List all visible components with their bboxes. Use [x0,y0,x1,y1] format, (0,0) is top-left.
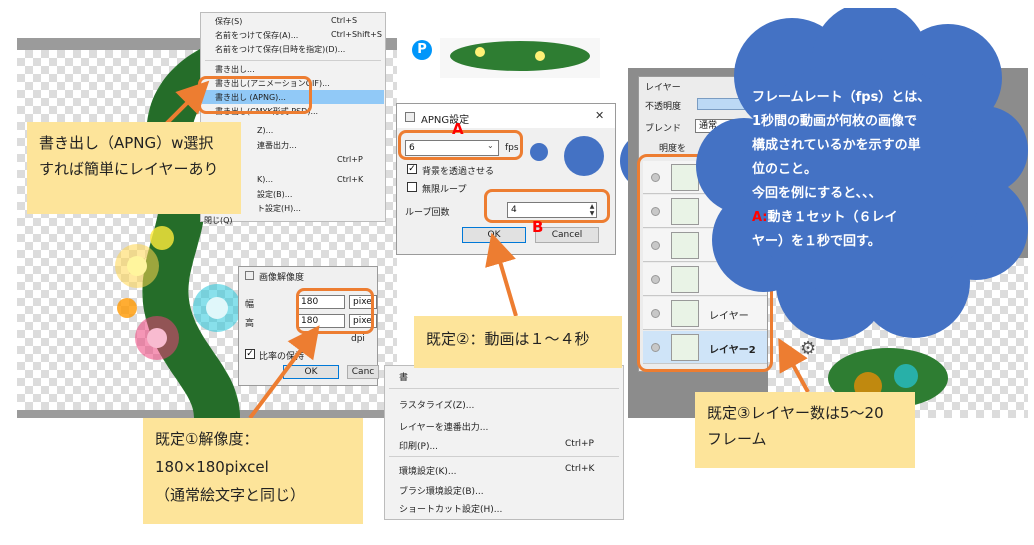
note2-line-3: （通常絵文字と同じ） [155,485,306,504]
note1-line-1: 書き出し（APNG）w選択 [39,134,214,152]
note3-line-1: 既定②：動画は１～４秒 [426,330,590,348]
note-layer-count: 既定③レイヤー数は5～20 フレーム [695,392,915,468]
note-resolution: 既定①解像度： 180×180pixcel （通常絵文字と同じ） [143,418,363,524]
note4-line-1: 既定③レイヤー数は5～20 [707,404,884,422]
arrow-to-resolution [248,325,320,420]
note4-line-2: フレーム [707,430,767,449]
note-apng-export: 書き出し（APNG）w選択 すれば簡単にレイヤーあり [27,122,241,214]
arrow-to-loop-count [485,232,518,317]
note2-line-1: 既定①解像度： [155,430,259,448]
note1-line-2: すれば簡単にレイヤーあり [39,160,219,179]
note2-line-2: 180×180pixcel [155,457,269,476]
note-duration: 既定②：動画は１～４秒 [414,316,622,368]
arrow-to-layers [778,337,810,393]
